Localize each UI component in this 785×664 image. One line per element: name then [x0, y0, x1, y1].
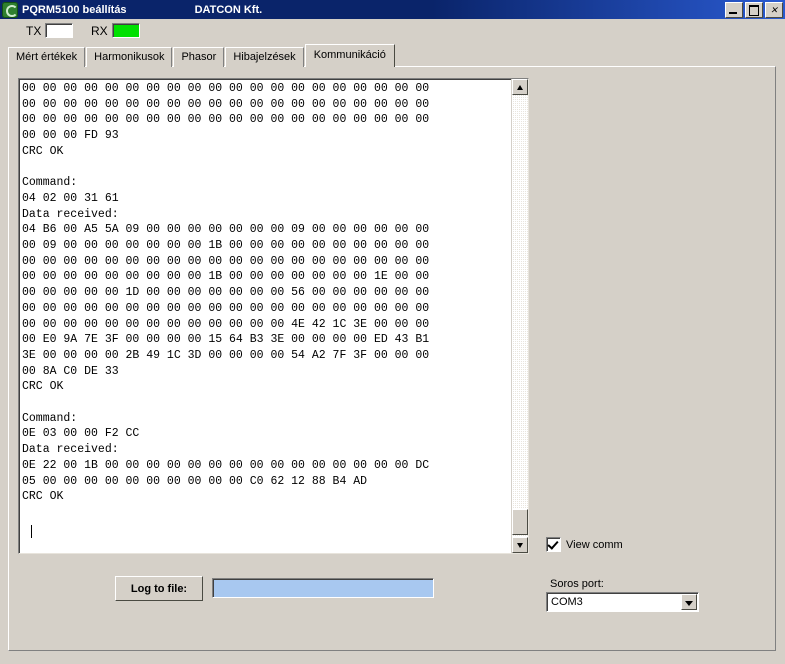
- tab-2[interactable]: Harmonikusok: [86, 47, 173, 67]
- company-name: DATCON Kft.: [194, 3, 263, 16]
- tx-led: [45, 23, 74, 38]
- scrollbar-track[interactable]: [512, 95, 528, 537]
- app-icon: [2, 1, 18, 18]
- serial-port-value: COM3: [551, 596, 583, 608]
- tab-bar: Mért értékek Harmonikusok Phasor Hibajelzés…: [8, 44, 396, 67]
- tx-indicator-group: TX: [26, 23, 74, 38]
- window-controls: [725, 2, 783, 18]
- view-comm-label: View comm: [566, 538, 623, 551]
- status-indicator-row: TX RX: [0, 19, 785, 45]
- communication-log-area[interactable]: 00 00 00 00 00 00 00 00 00 00 00 00 00 0…: [18, 78, 529, 554]
- view-comm-row[interactable]: View comm: [546, 537, 623, 552]
- title-bar: PQRM5100 beállítás DATCON Kft.: [0, 0, 785, 19]
- log-vertical-scrollbar[interactable]: [511, 79, 528, 553]
- rx-label: RX: [91, 23, 108, 38]
- scroll-up-button[interactable]: [512, 79, 528, 95]
- close-button[interactable]: [765, 2, 783, 18]
- text-caret: [31, 525, 32, 538]
- tab-5[interactable]: Kommunikáció: [304, 44, 395, 67]
- log-to-file-button[interactable]: Log to file:: [115, 576, 203, 601]
- scrollbar-thumb[interactable]: [512, 509, 528, 535]
- minimize-icon: [729, 12, 737, 14]
- communication-log-text[interactable]: 00 00 00 00 00 00 00 00 00 00 00 00 00 0…: [19, 79, 511, 553]
- minimize-button[interactable]: [725, 2, 743, 18]
- maximize-button[interactable]: [745, 2, 763, 18]
- tab-4[interactable]: Hibajelzések: [225, 47, 304, 67]
- tab-3[interactable]: Phasor: [173, 47, 225, 67]
- scroll-down-button[interactable]: [512, 537, 528, 553]
- rx-indicator-group: RX: [91, 23, 140, 38]
- tab-content-panel: 00 00 00 00 00 00 00 00 00 00 00 00 00 0…: [8, 66, 776, 651]
- chevron-down-icon[interactable]: [681, 594, 697, 610]
- tx-label: TX: [26, 23, 42, 38]
- close-icon: [770, 6, 778, 14]
- view-comm-checkbox[interactable]: [546, 537, 561, 552]
- window-title: PQRM5100 beállítás: [22, 3, 127, 16]
- log-file-path-input[interactable]: [212, 578, 434, 598]
- maximize-icon: [749, 5, 759, 16]
- serial-port-label: Soros port:: [550, 578, 604, 590]
- rx-led: [111, 23, 140, 38]
- tab-1[interactable]: Mért értékek: [8, 47, 86, 67]
- application-window: PQRM5100 beállítás DATCON Kft. TX RX Mér…: [0, 0, 785, 664]
- serial-port-select[interactable]: COM3: [546, 592, 699, 612]
